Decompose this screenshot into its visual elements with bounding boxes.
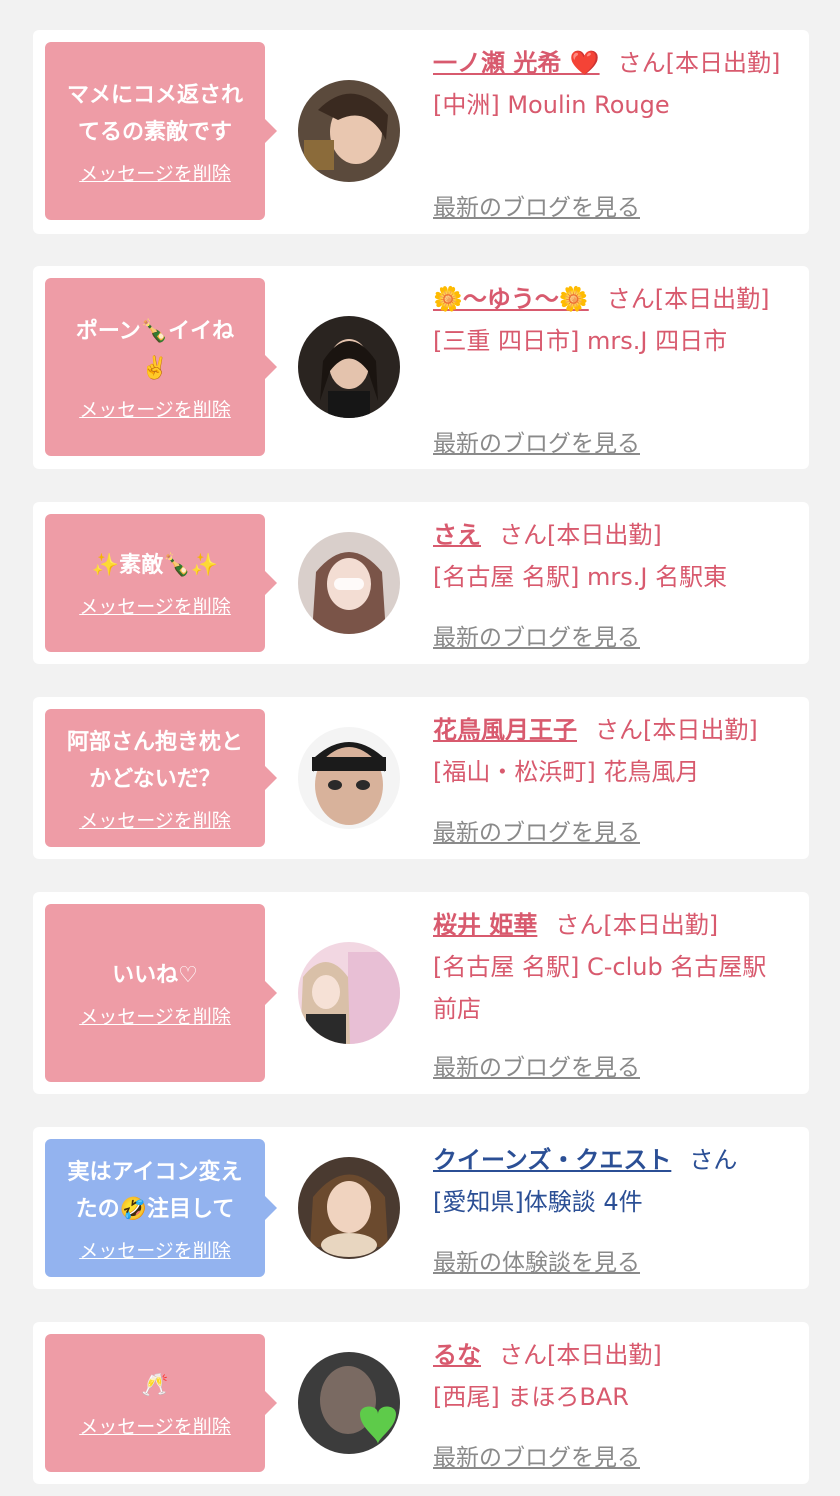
cast-name-link[interactable]: 一ノ瀬 光希 ❤️: [433, 49, 600, 77]
avatar[interactable]: [298, 532, 400, 634]
delete-message-link[interactable]: メッセージを削除: [79, 592, 231, 619]
cast-info: さえ さん[本日出勤] [名古屋 名駅] mrs.J 名駅東: [433, 514, 783, 598]
latest-blog-link[interactable]: 最新のブログを見る: [433, 1048, 640, 1082]
cast-name-link[interactable]: るな: [433, 1341, 481, 1369]
avatar[interactable]: [298, 316, 400, 418]
cast-info: クイーンズ・クエスト さん [愛知県]体験談 4件: [433, 1139, 783, 1223]
message-bubble: ポーン🍾イイね ✌️ メッセージを削除: [45, 278, 277, 456]
delete-message-link[interactable]: メッセージを削除: [79, 159, 231, 186]
delete-message-link[interactable]: メッセージを削除: [79, 1412, 231, 1439]
message-text: ポーン🍾イイね ✌️: [75, 318, 235, 381]
latest-review-link[interactable]: 最新の体験談を見る: [433, 1243, 640, 1277]
message-card: 阿部さん抱き枕と かどないだ？ メッセージを削除 花鳥風月王子 さん[本日出勤] …: [33, 697, 809, 859]
message-card: マメにコメ返され てるの素敵です メッセージを削除 一ノ瀬 光希 ❤️ さん[本日…: [33, 30, 809, 234]
avatar[interactable]: [298, 1352, 400, 1454]
shop-location: [愛知県]体験談 4件: [433, 1188, 643, 1216]
message-text: ✨素敵🍾✨: [91, 553, 219, 578]
cast-status: さん[本日出勤]: [499, 521, 662, 549]
message-bubble: ✨素敵🍾✨ メッセージを削除: [45, 514, 277, 652]
delete-message-link[interactable]: メッセージを削除: [79, 1236, 231, 1263]
shop-name-link[interactable]: クイーンズ・クエスト: [433, 1146, 671, 1174]
cast-name-link[interactable]: 花鳥風月王子: [433, 716, 577, 744]
cast-status: さん[本日出勤]: [606, 285, 770, 313]
cast-info: 一ノ瀬 光希 ❤️ さん[本日出勤] [中洲] Moulin Rouge: [433, 42, 783, 126]
cast-name-link[interactable]: さえ: [433, 521, 481, 549]
cast-status: さん[本日出勤]: [555, 911, 719, 939]
avatar[interactable]: [298, 942, 400, 1044]
message-text: 🥂: [141, 1373, 169, 1398]
message-card: 実はアイコン変え たの🤣注目して メッセージを削除 クイーンズ・クエスト さん […: [33, 1127, 809, 1289]
latest-blog-link[interactable]: 最新のブログを見る: [433, 1438, 640, 1472]
message-text: 実はアイコン変え たの🤣注目して: [67, 1159, 243, 1222]
cast-location: [西尾] まほろBAR: [433, 1383, 629, 1411]
cast-location: [三重 四日市] mrs.J 四日市: [433, 327, 728, 355]
latest-blog-link[interactable]: 最新のブログを見る: [433, 424, 640, 458]
message-card: いいね♡ メッセージを削除 桜井 姫華 さん[本日出勤] [名古屋 名駅] C-c…: [33, 892, 809, 1094]
delete-message-link[interactable]: メッセージを削除: [79, 806, 231, 833]
message-card: ✨素敵🍾✨ メッセージを削除 さえ さん[本日出勤] [名古屋 名駅] mrs.J…: [33, 502, 809, 664]
message-text: いいね♡: [112, 963, 198, 988]
latest-blog-link[interactable]: 最新のブログを見る: [433, 813, 640, 847]
delete-message-link[interactable]: メッセージを削除: [79, 395, 231, 422]
message-bubble: 実はアイコン変え たの🤣注目して メッセージを削除: [45, 1139, 277, 1277]
shop-suffix: さん: [689, 1146, 738, 1174]
avatar[interactable]: [298, 1157, 400, 1259]
cast-status: さん[本日出勤]: [617, 49, 781, 77]
cast-location: [名古屋 名駅] C-club 名古屋駅前店: [433, 953, 767, 1023]
cast-info: るな さん[本日出勤] [西尾] まほろBAR: [433, 1334, 783, 1418]
latest-blog-link[interactable]: 最新のブログを見る: [433, 618, 640, 652]
message-bubble: マメにコメ返され てるの素敵です メッセージを削除: [45, 42, 277, 220]
cast-info: 花鳥風月王子 さん[本日出勤] [福山・松浜町] 花鳥風月: [433, 709, 783, 793]
message-bubble: 阿部さん抱き枕と かどないだ？ メッセージを削除: [45, 709, 277, 847]
avatar[interactable]: [298, 80, 400, 182]
message-bubble: 🥂 メッセージを削除: [45, 1334, 277, 1472]
message-card: ポーン🍾イイね ✌️ メッセージを削除 🌼〜ゆう〜🌼 さん[本日出勤] [三重 四…: [33, 266, 809, 469]
cast-info: 🌼〜ゆう〜🌼 さん[本日出勤] [三重 四日市] mrs.J 四日市: [433, 278, 783, 362]
cast-name-link[interactable]: 🌼〜ゆう〜🌼: [433, 285, 589, 313]
cast-status: さん[本日出勤]: [595, 716, 758, 744]
message-bubble: いいね♡ メッセージを削除: [45, 904, 277, 1082]
cast-location: [名古屋 名駅] mrs.J 名駅東: [433, 563, 728, 591]
cast-info: 桜井 姫華 さん[本日出勤] [名古屋 名駅] C-club 名古屋駅前店: [433, 904, 783, 1030]
cast-location: [福山・松浜町] 花鳥風月: [433, 758, 700, 786]
cast-name-link[interactable]: 桜井 姫華: [433, 911, 537, 939]
message-text: 阿部さん抱き枕と かどないだ？: [66, 729, 243, 792]
message-text: マメにコメ返され てるの素敵です: [66, 82, 243, 145]
cast-location: [中洲] Moulin Rouge: [433, 91, 670, 119]
latest-blog-link[interactable]: 最新のブログを見る: [433, 188, 640, 222]
cast-status: さん[本日出勤]: [499, 1341, 662, 1369]
avatar[interactable]: [298, 727, 400, 829]
message-card: 🥂 メッセージを削除 るな さん[本日出勤] [西尾] まほろBAR 最新のブログ…: [33, 1322, 809, 1484]
delete-message-link[interactable]: メッセージを削除: [79, 1002, 231, 1029]
